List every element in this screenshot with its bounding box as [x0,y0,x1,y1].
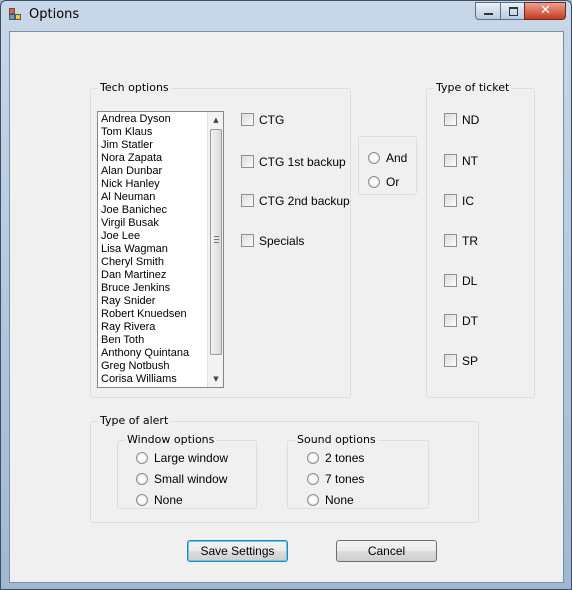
specials-label[interactable]: Specials [259,234,304,248]
window-options-legend: Window options [125,433,217,446]
ticket-dt-checkbox[interactable] [444,314,457,327]
ticket-nt-checkbox[interactable] [444,154,457,167]
ticket-type-group: Type of ticket [426,81,535,398]
ticket-nd-label[interactable]: ND [462,113,479,127]
tech-list: Andrea Dyson Tom Klaus Jim Statler Nora … [99,113,207,386]
tech-list-item[interactable]: Ben Toth [99,334,207,347]
and-radio[interactable] [368,152,380,164]
small-window-radio[interactable] [136,473,148,485]
alert-type-legend: Type of alert [98,414,171,427]
tech-list-item[interactable]: Robert Knuedsen [99,308,207,321]
app-icon [9,8,23,22]
tech-list-item[interactable]: Andrea Dyson [99,113,207,126]
minimize-button[interactable] [475,2,501,20]
close-button[interactable]: ✕ [524,2,566,20]
sound-none-radio[interactable] [307,494,319,506]
ticket-nd-checkbox[interactable] [444,113,457,126]
tech-list-item[interactable]: Joe Lee [99,230,207,243]
tech-list-item[interactable]: Alan Dunbar [99,165,207,178]
ctg-1st-backup-label[interactable]: CTG 1st backup [259,155,346,169]
ticket-dl-label[interactable]: DL [462,274,477,288]
or-radio[interactable] [368,176,380,188]
ctg-checkbox[interactable] [241,113,254,126]
tech-list-item[interactable]: Nora Zapata [99,152,207,165]
tech-list-item[interactable]: Virgil Busak [99,217,207,230]
specials-checkbox[interactable] [241,234,254,247]
tech-list-item[interactable]: Anthony Quintana [99,347,207,360]
tech-list-item[interactable]: Ray Snider [99,295,207,308]
ctg-2nd-backup-label[interactable]: CTG 2nd backup [259,194,350,208]
window-none-label[interactable]: None [154,493,183,507]
ticket-type-legend: Type of ticket [434,81,512,94]
ticket-tr-label[interactable]: TR [462,234,478,248]
ctg-2nd-backup-checkbox[interactable] [241,194,254,207]
tech-list-item[interactable]: Greg Notbush [99,360,207,373]
ticket-dl-checkbox[interactable] [444,274,457,287]
seven-tones-label[interactable]: 7 tones [325,472,364,486]
two-tones-radio[interactable] [307,452,319,464]
tech-list-item[interactable]: Lisa Wagman [99,243,207,256]
cancel-button[interactable]: Cancel [336,540,437,562]
ticket-tr-checkbox[interactable] [444,234,457,247]
sound-none-label[interactable]: None [325,493,354,507]
ticket-dt-label[interactable]: DT [462,314,478,328]
tech-list-item[interactable]: Dan Martinez [99,269,207,282]
large-window-label[interactable]: Large window [154,451,228,465]
window-title: Options [29,7,80,22]
client-area: Tech options Andrea Dyson Tom Klaus Jim … [9,31,564,583]
window-none-radio[interactable] [136,494,148,506]
small-window-label[interactable]: Small window [154,472,227,486]
ctg-label[interactable]: CTG [259,113,284,127]
tech-list-item[interactable]: Jim Statler [99,139,207,152]
close-icon: ✕ [540,3,551,18]
ticket-sp-label[interactable]: SP [462,354,478,368]
ticket-ic-label[interactable]: IC [462,194,474,208]
ticket-nt-label[interactable]: NT [462,154,478,168]
ticket-ic-checkbox[interactable] [444,194,457,207]
options-window: Options ✕ Tech options Andrea Dyson Tom … [0,0,572,590]
scroll-thumb[interactable] [210,129,222,355]
title-bar[interactable]: Options ✕ [1,1,571,29]
tech-options-legend: Tech options [98,81,171,94]
tech-list-item[interactable]: Al Neuman [99,191,207,204]
ticket-sp-checkbox[interactable] [444,354,457,367]
tech-list-item[interactable]: Ray Rivera [99,321,207,334]
scroll-up-icon[interactable]: ▲ [208,112,224,128]
tech-list-item[interactable]: Bruce Jenkins [99,282,207,295]
or-label[interactable]: Or [386,175,399,189]
two-tones-label[interactable]: 2 tones [325,451,364,465]
tech-list-item[interactable]: Cheryl Smith [99,256,207,269]
large-window-radio[interactable] [136,452,148,464]
scroll-down-icon[interactable]: ▼ [208,371,224,387]
tech-list-item[interactable]: Tom Klaus [99,126,207,139]
tech-list-item[interactable]: Joe Banichec [99,204,207,217]
tech-list-scrollbar[interactable]: ▲ ▼ [207,112,223,387]
save-settings-button[interactable]: Save Settings [187,540,288,562]
tech-list-item[interactable]: Corisa Williams [99,373,207,386]
grip-icon [214,236,219,243]
ctg-1st-backup-checkbox[interactable] [241,155,254,168]
maximize-button[interactable] [500,2,525,20]
tech-listbox[interactable]: Andrea Dyson Tom Klaus Jim Statler Nora … [97,111,224,388]
and-label[interactable]: And [386,151,407,165]
seven-tones-radio[interactable] [307,473,319,485]
sound-options-legend: Sound options [295,433,378,446]
tech-list-item[interactable]: Nick Hanley [99,178,207,191]
